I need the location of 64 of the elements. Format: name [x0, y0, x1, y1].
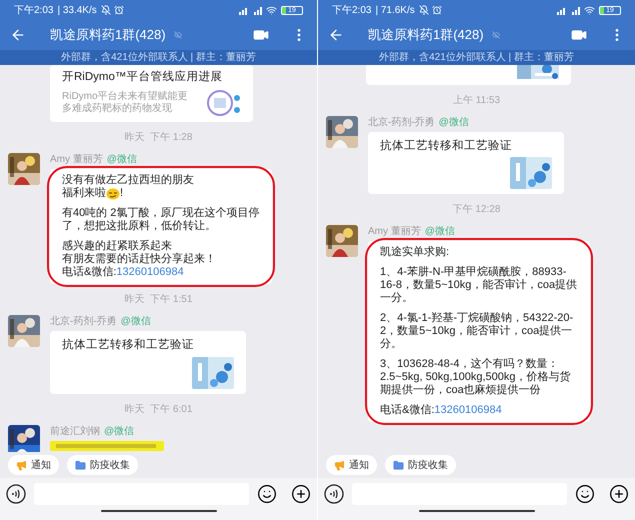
message-text: 有40吨的 2氯丁酸，原厂现在这个项目停了，想把这批原料，低价转让。 [62, 207, 260, 234]
group-info-text: 外部群，含421位外部联系人 | 群主：董丽芳 [61, 52, 256, 62]
sender-name: 北京-药剂-乔勇 [368, 116, 435, 129]
back-button[interactable] [328, 27, 344, 43]
alarm-icon [432, 5, 442, 15]
chat-title: 凯途原料药1群(428) [368, 26, 484, 44]
folder-icon [75, 460, 86, 470]
back-button[interactable] [10, 27, 26, 43]
timestamp: 下午 12:28 [452, 203, 500, 218]
sender-name: Amy 董丽芳 [50, 153, 103, 166]
phone-link[interactable]: 13260106984 [116, 266, 184, 280]
contact-label: 电话&微信: [62, 266, 116, 280]
emoji-button[interactable] [257, 484, 277, 504]
source-label: @微信 [424, 225, 455, 238]
message-text: ! [120, 187, 124, 200]
network-speed: | 71.6K/s [375, 4, 415, 18]
bell-off-icon [418, 5, 429, 15]
timestamp: 昨天 下午 6:01 [124, 402, 192, 416]
message-text: 福利来啦 [62, 187, 106, 200]
add-button[interactable] [291, 484, 311, 504]
link-card[interactable]: 开RiDymo™平台管线应用进展 RiDymo平台未来有望赋能更多难成药靶标的药物发现 [50, 65, 253, 122]
message-text: 感兴趣的赶紧联系起来 [62, 240, 172, 253]
message-text: 1、4-苯肼-N-甲基甲烷磺酰胺，88933-16-8，数量5~10kg，能否审计，coa提供一分。 [380, 266, 578, 306]
folder-icon [393, 460, 404, 470]
timestamp: 昨天 下午 1:51 [124, 293, 192, 308]
message-text: 凯途实单求购: [380, 246, 450, 260]
wifi-icon [584, 4, 595, 16]
sender-name: 北京-药剂-乔勇 [50, 315, 117, 328]
timestamp: 昨天 下午 1:28 [124, 131, 192, 146]
voice-icon[interactable] [324, 484, 344, 504]
card-description: RiDymo平台未来有望赋能更多难成药靶标的药物发现 [62, 91, 189, 116]
quick-action-button[interactable]: 通知 [326, 455, 377, 475]
network-speed: | 33.4K/s [57, 4, 97, 18]
source-label: @微信 [438, 116, 469, 129]
source-label: @微信 [120, 315, 151, 328]
sender-name: Amy 董丽芳 [368, 225, 421, 238]
megaphone-icon [16, 460, 27, 470]
quick-action-button[interactable]: 通知 [8, 455, 59, 475]
megaphone-icon [334, 460, 345, 470]
group-info-text: 外部群，含421位外部联系人 | 群主：董丽芳 [379, 52, 574, 62]
wifi-icon [266, 4, 277, 16]
sender-name: 前途汇刘钢 [50, 424, 100, 438]
card-title: 开RiDymo™平台管线应用进展 [62, 70, 224, 85]
chat-title: 凯途原料药1群(428) [50, 26, 166, 44]
voice-icon[interactable] [6, 484, 26, 504]
alarm-icon [114, 5, 124, 15]
message-text: 2、4-氯-1-羟基-丁烷磺酸钠，54322-20-2，数量5~10kg，能否审计，coa提供一分。 [380, 312, 574, 352]
message-text: 抗体工艺转移和工艺验证 [62, 338, 195, 354]
bell-off-icon [100, 5, 111, 15]
source-label: @微信 [106, 153, 137, 166]
phone-link[interactable]: 13260106984 [434, 404, 502, 418]
message-text: 抗体工艺转移和工艺验证 [380, 138, 513, 154]
message-text: 3、103628-48-4，这个有吗？数量：2.5~5kg, 50kg,100kg,500kg，价格与货期提供一份，coa也麻烦提供一份 [380, 358, 572, 398]
message-text: 有朋友需要的话赶快分享起来！ [62, 253, 217, 266]
timestamp: 上午 11:53 [452, 94, 500, 108]
quick-action-button[interactable]: 防疫收集 [385, 455, 456, 475]
quick-action-button[interactable]: 防疫收集 [67, 455, 138, 475]
message-text: 没有有做左乙拉西坦的朋友 [62, 174, 195, 187]
add-button[interactable] [609, 484, 629, 504]
status-time: 下午2:03 [14, 4, 54, 18]
emoji-button[interactable] [575, 484, 595, 504]
source-label: @微信 [104, 424, 134, 438]
status-time: 下午2:03 [332, 4, 372, 18]
contact-label: 电话&微信: [380, 404, 434, 418]
